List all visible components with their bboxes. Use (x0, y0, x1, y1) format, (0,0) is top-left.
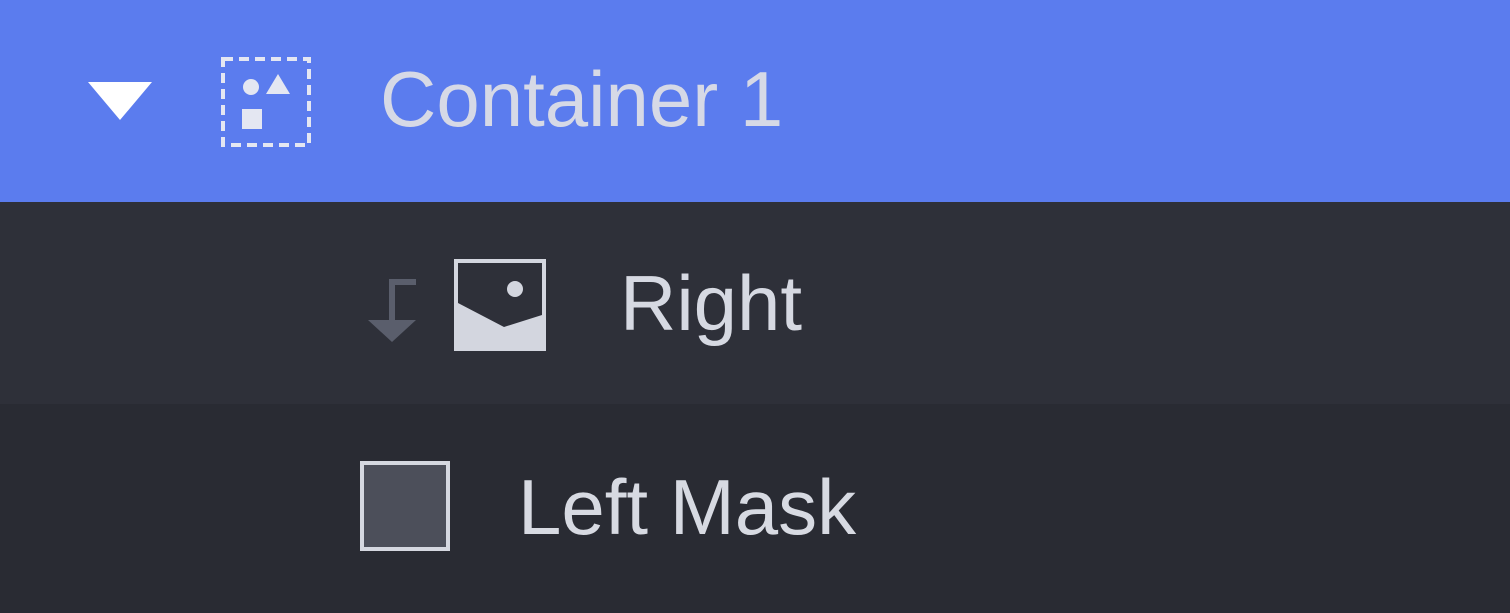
layer-row-left-mask[interactable]: Left Mask (0, 404, 1510, 613)
layer-row-container-1[interactable]: Container 1 (0, 0, 1510, 202)
layer-label: Right (620, 259, 803, 347)
image-icon (454, 259, 546, 351)
layer-row-right[interactable]: Right (0, 202, 1510, 404)
rectangle-shape-icon (360, 461, 450, 551)
mask-arrow-icon (368, 279, 416, 342)
layer-label: Container 1 (380, 55, 784, 143)
layers-panel: Container 1 Right Left Mask (0, 0, 1510, 613)
layer-label: Left Mask (518, 463, 857, 551)
container-icon (221, 57, 311, 147)
caret-down-icon[interactable] (88, 82, 152, 122)
